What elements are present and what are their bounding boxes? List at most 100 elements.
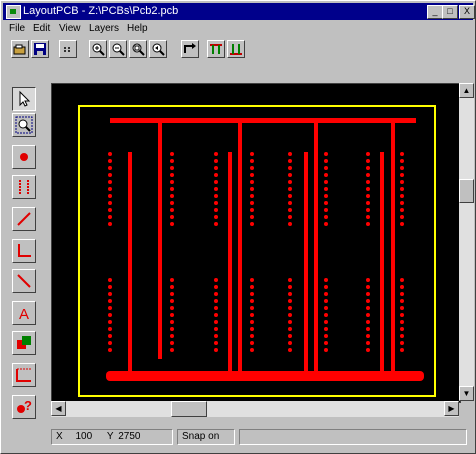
zoom-fit-icon[interactable] <box>129 40 147 58</box>
pad <box>400 194 404 198</box>
pad <box>108 285 112 289</box>
pad <box>366 187 370 191</box>
menu-edit[interactable]: Edit <box>33 22 50 35</box>
pad <box>400 208 404 212</box>
zoom-out-icon[interactable] <box>109 40 127 58</box>
pad <box>400 159 404 163</box>
menu-view[interactable]: View <box>59 22 81 35</box>
pad <box>214 194 218 198</box>
pad-icon[interactable] <box>12 145 36 169</box>
pad <box>170 215 174 219</box>
pad <box>250 334 254 338</box>
component-icon[interactable] <box>12 175 36 199</box>
pad <box>366 278 370 282</box>
vertical-trace <box>304 152 308 376</box>
pad <box>400 285 404 289</box>
copy-icon[interactable] <box>12 331 36 355</box>
pad <box>366 348 370 352</box>
pad <box>366 152 370 156</box>
select-arrow-icon[interactable] <box>12 87 36 111</box>
pad <box>170 278 174 282</box>
pad <box>250 187 254 191</box>
pad <box>170 285 174 289</box>
pad <box>214 299 218 303</box>
pad <box>214 306 218 310</box>
trace-icon[interactable] <box>12 269 36 293</box>
toolbar <box>3 37 473 67</box>
text-icon[interactable]: A <box>12 301 36 325</box>
zoom-area-icon[interactable] <box>12 113 36 137</box>
pad <box>108 222 112 226</box>
vertical-scrollbar[interactable]: ▲ ▼ <box>459 83 474 401</box>
status-bar: X 100 Y 2750 Snap on <box>51 429 471 446</box>
pad <box>400 341 404 345</box>
menu-help[interactable]: Help <box>127 22 148 35</box>
pad <box>108 152 112 156</box>
query-icon[interactable]: ? <box>12 395 36 419</box>
pad <box>108 166 112 170</box>
pad <box>250 152 254 156</box>
pad <box>108 348 112 352</box>
vertical-trace <box>128 152 132 376</box>
pad <box>324 341 328 345</box>
pcb-canvas[interactable] <box>51 83 461 403</box>
pins-up-icon[interactable] <box>207 40 225 58</box>
scroll-right-button[interactable]: ▶ <box>444 401 459 416</box>
pad <box>250 348 254 352</box>
pad <box>108 334 112 338</box>
pad <box>324 320 328 324</box>
pad <box>366 166 370 170</box>
menu-file[interactable]: File <box>9 22 25 35</box>
title-bar[interactable]: LayoutPCB - Z:\PCBs\Pcb2.pcb _ □ X <box>3 3 475 20</box>
pad <box>170 152 174 156</box>
pad <box>324 292 328 296</box>
pad <box>400 348 404 352</box>
zoom-in-icon[interactable] <box>89 40 107 58</box>
pad <box>324 313 328 317</box>
pad <box>324 348 328 352</box>
minimize-button[interactable]: _ <box>427 5 443 19</box>
pad <box>288 173 292 177</box>
zoom-prev-icon[interactable] <box>149 40 167 58</box>
pad <box>366 292 370 296</box>
pad <box>288 285 292 289</box>
pad <box>170 299 174 303</box>
dimension-icon[interactable] <box>12 363 36 387</box>
pad <box>214 187 218 191</box>
status-message <box>239 429 467 445</box>
close-button[interactable]: X <box>459 5 475 19</box>
save-icon[interactable] <box>31 40 49 58</box>
tool-palette: A ? <box>7 83 43 445</box>
pad <box>324 327 328 331</box>
horizontal-scroll-thumb[interactable] <box>171 401 207 417</box>
menu-layers[interactable]: Layers <box>89 22 119 35</box>
open-icon[interactable] <box>11 40 29 58</box>
pad <box>324 187 328 191</box>
pad <box>366 201 370 205</box>
pad <box>400 180 404 184</box>
grid-icon[interactable] <box>59 40 77 58</box>
scroll-up-button[interactable]: ▲ <box>459 83 474 98</box>
route-icon[interactable] <box>181 40 199 58</box>
pad <box>366 341 370 345</box>
pad <box>108 327 112 331</box>
horizontal-scrollbar[interactable]: ◀ ▶ <box>51 401 459 417</box>
pad <box>288 320 292 324</box>
maximize-button[interactable]: □ <box>442 5 458 19</box>
pad <box>170 306 174 310</box>
vertical-scroll-thumb[interactable] <box>459 179 474 203</box>
pad <box>214 285 218 289</box>
pins-down-icon[interactable] <box>227 40 245 58</box>
line-icon[interactable] <box>12 207 36 231</box>
pad <box>250 173 254 177</box>
pad <box>288 306 292 310</box>
vertical-traces <box>128 122 395 376</box>
app-icon[interactable] <box>6 5 21 19</box>
snap-status: Snap on <box>177 429 235 445</box>
pad <box>214 313 218 317</box>
scroll-down-button[interactable]: ▼ <box>459 386 474 401</box>
pad <box>400 320 404 324</box>
corner-icon[interactable] <box>12 239 36 263</box>
scroll-left-button[interactable]: ◀ <box>51 401 66 416</box>
app-window: LayoutPCB - Z:\PCBs\Pcb2.pcb _ □ X File … <box>0 0 476 454</box>
